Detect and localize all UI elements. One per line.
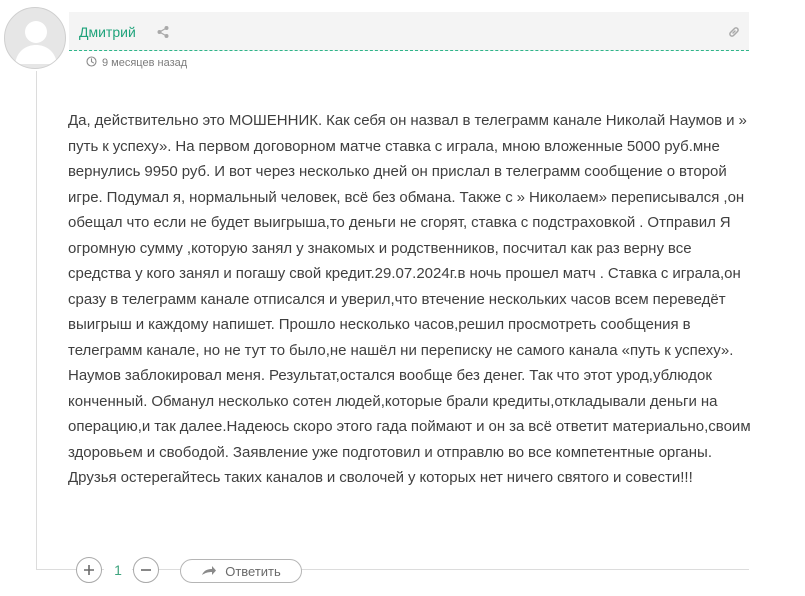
upvote-button[interactable] bbox=[76, 557, 102, 583]
comment-meta: 9 месяцев назад bbox=[86, 56, 187, 70]
share-icon[interactable] bbox=[156, 25, 170, 39]
comment-text: Да, действительно это МОШЕННИК. Как себя… bbox=[68, 112, 751, 486]
comment-card: Дмитрий 9 месяцев назад Да, действительн… bbox=[0, 0, 805, 596]
comment-timestamp[interactable]: 9 месяцев назад bbox=[102, 57, 187, 69]
reply-button[interactable]: Ответить bbox=[180, 559, 302, 583]
clock-icon bbox=[86, 56, 97, 70]
reply-label: Ответить bbox=[225, 563, 281, 579]
comment-header: Дмитрий bbox=[69, 12, 749, 51]
reply-arrow-icon bbox=[202, 566, 217, 575]
link-icon[interactable] bbox=[727, 25, 741, 39]
minus-icon bbox=[141, 569, 151, 571]
plus-icon bbox=[84, 565, 94, 575]
avatar[interactable] bbox=[4, 7, 66, 69]
downvote-button[interactable] bbox=[133, 557, 159, 583]
thread-line bbox=[36, 71, 37, 569]
vote-count: 1 bbox=[104, 557, 132, 583]
author-name[interactable]: Дмитрий bbox=[79, 24, 136, 40]
user-avatar-icon bbox=[15, 21, 57, 64]
